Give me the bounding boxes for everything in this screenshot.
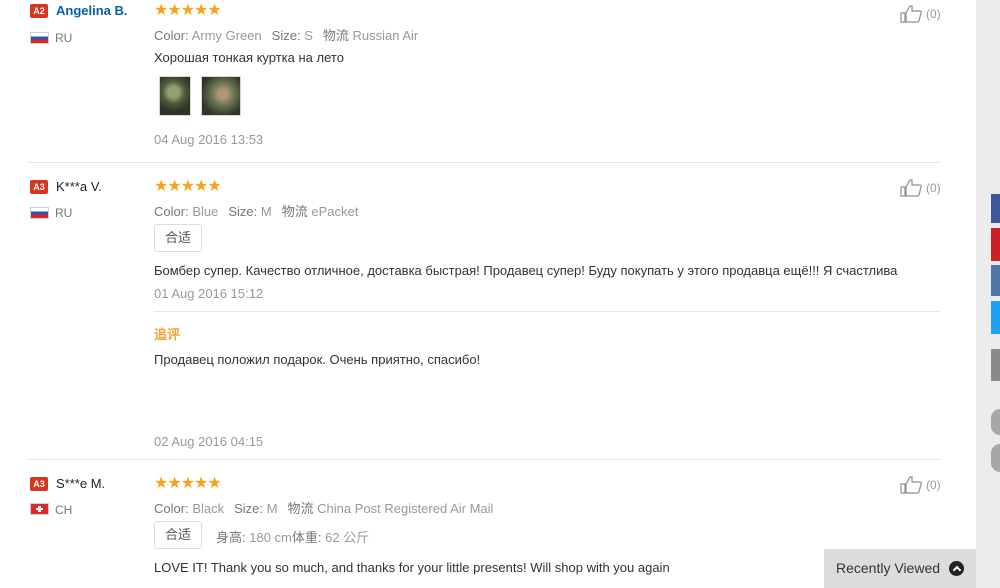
- facebook-share-icon[interactable]: [991, 194, 1000, 223]
- size-label: Size:: [271, 28, 301, 43]
- buyer-country: RU: [55, 206, 73, 220]
- color-label: Color:: [154, 204, 189, 219]
- helpful-count: (0): [926, 7, 941, 21]
- order-attributes: Color: Black Size: M 物流 China Post Registe…: [154, 498, 493, 517]
- size-value: S: [304, 28, 313, 43]
- buyer-name: S***e M.: [56, 476, 106, 491]
- fit-tag: 合适: [154, 224, 203, 252]
- share-toolbar: [991, 0, 1000, 588]
- append-review-title: 追评: [154, 327, 181, 342]
- thumbs-up-icon: [900, 476, 922, 494]
- rating-stars: ★★★★★: [154, 178, 222, 195]
- size-value: M: [266, 501, 278, 516]
- helpful-button[interactable]: (0): [900, 4, 944, 24]
- color-label: Color:: [154, 28, 189, 43]
- thumbs-up-icon: [900, 5, 922, 23]
- append-review-text: Продавец положил подарок. Очень приятно,…: [154, 352, 481, 367]
- shipping-label: 物流: [287, 501, 314, 516]
- append-review-date: 02 Aug 2016 04:15: [154, 434, 264, 449]
- review-date: 01 Aug 2016 15:12: [154, 286, 264, 301]
- shipping-label: 物流: [322, 28, 349, 43]
- review-date: 04 Aug 2016 13:53: [154, 132, 264, 147]
- order-attributes: Color: Army Green Size: S 物流 Russian Air: [154, 25, 418, 44]
- review-list: A2 Angelina B. RU ★★★★★ Color: Army Gree…: [0, 0, 976, 588]
- review-text: LOVE IT! Thank you so much, and thanks f…: [154, 560, 670, 575]
- review-divider: [28, 162, 940, 163]
- review-photo-thumbnail[interactable]: [159, 76, 191, 116]
- thumbs-up-icon: [900, 179, 922, 197]
- order-attributes: Color: Blue Size: M 物流 ePacket: [154, 201, 358, 220]
- more-share-icon[interactable]: [991, 349, 1000, 381]
- height-label: 身高:: [216, 530, 246, 545]
- recently-viewed-button[interactable]: Recently Viewed: [824, 549, 976, 588]
- buyer-country: RU: [55, 31, 73, 45]
- pinterest-share-icon[interactable]: [991, 228, 1000, 261]
- review-item: A3 K***a V. RU ★★★★★ Color: Blue Size: M物…: [0, 164, 941, 460]
- shipping-value: ePacket: [311, 204, 359, 219]
- height-value: 180 cm: [249, 530, 292, 545]
- helpful-button[interactable]: (0): [900, 178, 944, 198]
- size-label: Size:: [234, 501, 264, 516]
- country-flag-ch: [30, 503, 49, 515]
- color-value: Black: [192, 501, 225, 516]
- fit-tag: 合适: [154, 521, 203, 549]
- append-divider: [154, 311, 940, 312]
- helpful-button[interactable]: (0): [900, 475, 944, 495]
- scroll-down-icon[interactable]: [991, 444, 1000, 472]
- buyer-country: CH: [55, 503, 73, 517]
- buyer-name: K***a V.: [56, 179, 102, 194]
- buyer-level-badge: A2: [30, 4, 48, 18]
- twitter-share-icon[interactable]: [991, 301, 1000, 334]
- chevron-up-icon: [949, 561, 964, 576]
- weight-value: 62 公斤: [325, 530, 370, 545]
- review-text: Бомбер супер. Качество отличное, доставк…: [154, 263, 898, 278]
- weight-label: 体重:: [291, 530, 322, 545]
- size-value: M: [260, 204, 272, 219]
- country-flag-ru: [30, 32, 49, 44]
- buyer-name-link[interactable]: Angelina B.: [56, 3, 128, 18]
- shipping-value: China Post Registered Air Mail: [317, 501, 494, 516]
- review-photo-thumbnail[interactable]: [201, 76, 241, 116]
- helpful-count: (0): [926, 478, 941, 492]
- vk-share-icon[interactable]: [991, 265, 1000, 296]
- color-value: Army Green: [191, 28, 262, 43]
- review-item: A2 Angelina B. RU ★★★★★ Color: Army Gree…: [0, 0, 941, 163]
- color-label: Color:: [154, 501, 189, 516]
- recently-viewed-label: Recently Viewed: [836, 560, 941, 576]
- buyer-level-badge: A3: [30, 180, 48, 194]
- color-value: Blue: [192, 204, 219, 219]
- shipping-label: 物流: [281, 204, 308, 219]
- helpful-count: (0): [926, 181, 941, 195]
- shipping-value: Russian Air: [352, 28, 419, 43]
- rating-stars: ★★★★★: [154, 475, 222, 492]
- review-item: A3 S***e M. CH ★★★★★ Color: Black Size: M…: [0, 461, 941, 588]
- rating-stars: ★★★★★: [154, 2, 222, 19]
- buyer-level-badge: A3: [30, 477, 48, 491]
- review-divider: [28, 459, 940, 460]
- country-flag-ru: [30, 207, 49, 219]
- size-label: Size:: [228, 204, 258, 219]
- body-measurements: 身高: 180 cm体重: 62 公斤: [216, 527, 369, 546]
- review-text: Хорошая тонкая куртка на лето: [154, 50, 344, 65]
- scroll-up-icon[interactable]: [991, 409, 1000, 435]
